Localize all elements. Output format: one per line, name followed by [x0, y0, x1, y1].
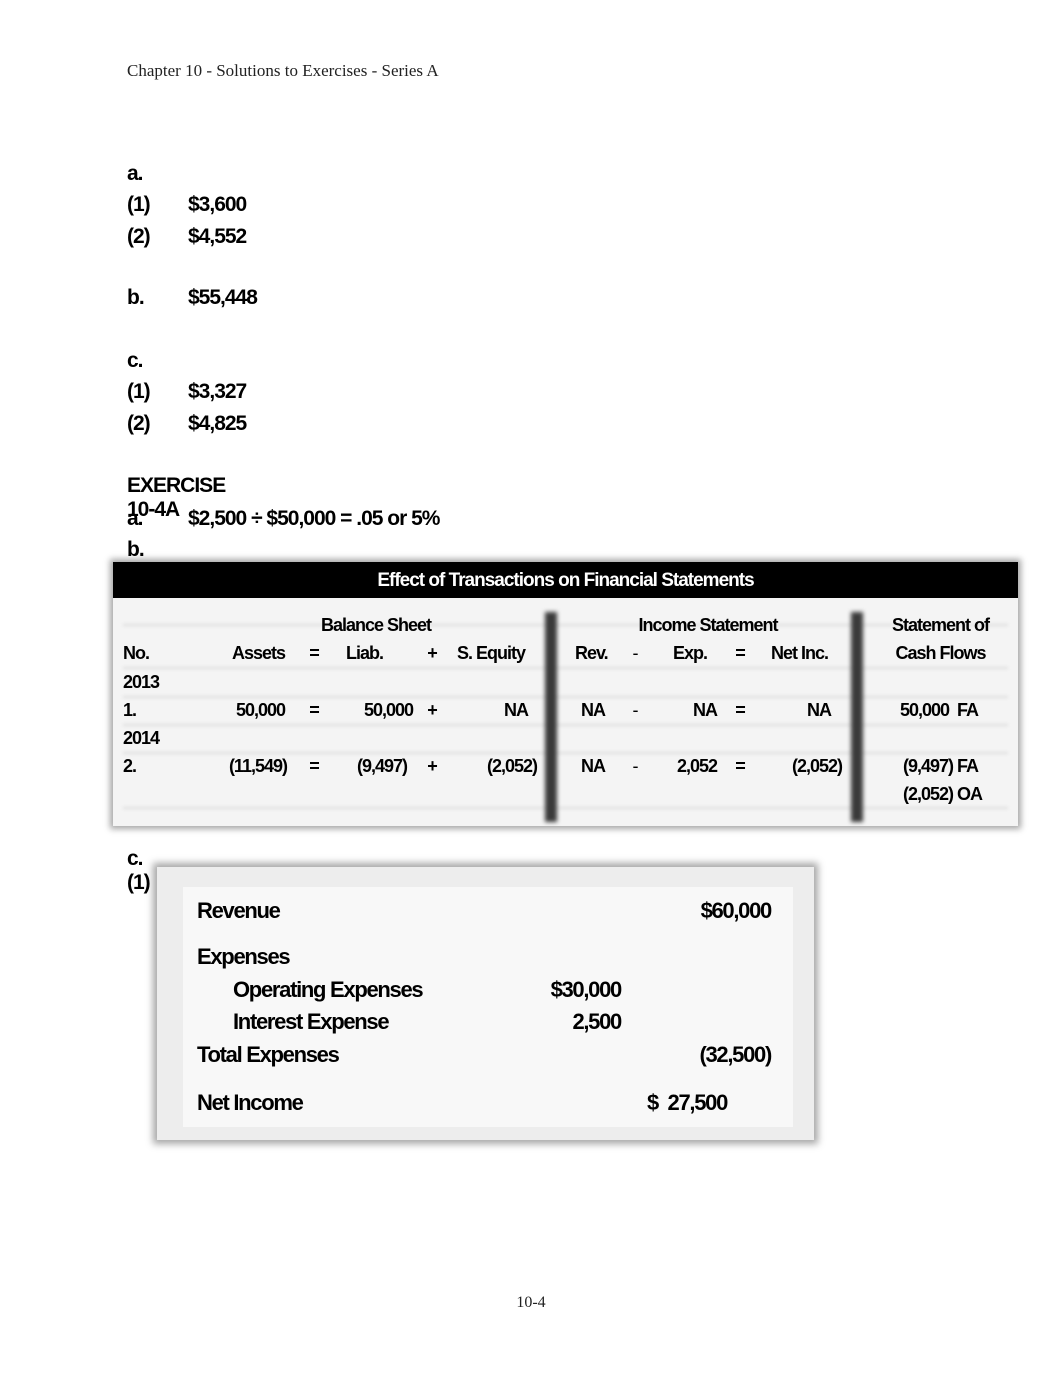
col-eq1: = [309, 643, 320, 663]
col-exp: Exp. [673, 643, 708, 663]
group-cash-flows-line2: Cash Flows [895, 643, 986, 663]
row-divider [123, 667, 1008, 669]
row-divider [123, 752, 1008, 754]
row-divider [123, 696, 1008, 698]
row-liab: (9,497) [356, 756, 408, 776]
net-income-amount: $ 27,500 [647, 1090, 728, 1115]
item-value: $3,600 [188, 193, 247, 216]
revenue-total: $60,000 [700, 898, 773, 923]
row-assets: (11,549) [228, 756, 288, 776]
net-income-label: Net Income [197, 1090, 304, 1115]
row-year: 2014 [123, 728, 160, 748]
row-no: 1. [123, 700, 137, 720]
item-number: (1) [127, 193, 151, 216]
answer-a-label: a. [127, 162, 143, 185]
col-liab: Liab. [346, 643, 384, 663]
row-eq2: = [735, 700, 746, 720]
answer-b-value: $55,448 [188, 286, 258, 309]
item-value: $4,825 [188, 412, 247, 435]
part-c-label: c. (1) [127, 847, 151, 894]
row-exp: NA [693, 700, 718, 720]
interest-expense-amount: 2,500 [572, 1009, 622, 1034]
income-statement: Revenue $60,000 Expenses Operating Expen… [157, 867, 814, 1140]
item-value: $3,327 [188, 380, 247, 403]
item-number: (2) [127, 412, 151, 435]
page-number: 10-4 [516, 1294, 546, 1311]
col-eq2: = [735, 643, 746, 663]
row-net: NA [807, 700, 832, 720]
answer-b-label: b. [127, 286, 145, 309]
row-rev: NA [581, 700, 606, 720]
row-no: 2. [123, 756, 137, 776]
revenue-label: Revenue [197, 898, 281, 923]
row-assets: 50,000 [235, 700, 286, 720]
col-equity: S. Equity [457, 643, 526, 663]
item-value: $4,552 [188, 225, 247, 248]
section-divider [851, 612, 863, 822]
effects-table-title: Effect of Transactions on Financial Stat… [113, 562, 1018, 598]
row-minus: - [632, 756, 639, 776]
row-equity: (2,052) [486, 756, 538, 776]
row-cash: 50,000 FA [900, 700, 979, 720]
row-rev: NA [581, 756, 606, 776]
row-year: 2013 [123, 672, 160, 692]
row-eq2: = [735, 756, 746, 776]
col-rev: Rev. [575, 643, 609, 663]
col-no: No. [123, 643, 150, 663]
row-cash: (9,497) FA [903, 756, 979, 776]
row-equity: NA [504, 700, 529, 720]
row-divider [123, 807, 1008, 809]
group-balance-sheet: Balance Sheet [320, 615, 432, 635]
col-plus: + [427, 643, 438, 663]
col-net: Net Inc. [771, 643, 829, 663]
interest-expense-label: Interest Expense [233, 1009, 390, 1034]
expenses-label: Expenses [197, 944, 291, 969]
row-cash: (2,052) OA [903, 784, 983, 804]
page-header: Chapter 10 - Solutions to Exercises - Se… [127, 61, 439, 80]
group-cash-flows-line1: Statement of [891, 615, 990, 635]
total-expenses-amount: (32,500) [699, 1042, 772, 1067]
part-a-value: $2,500 ÷ $50,000 = .05 or 5% [188, 507, 440, 530]
item-number: (2) [127, 225, 151, 248]
operating-expenses-label: Operating Expenses [233, 977, 424, 1002]
effects-table: Effect of Transactions on Financial Stat… [113, 562, 1018, 826]
col-minus: - [632, 643, 639, 663]
item-number: (1) [127, 380, 151, 403]
total-expenses-label: Total Expenses [197, 1042, 340, 1067]
row-minus: - [632, 700, 639, 720]
group-income-statement: Income Statement [638, 615, 778, 635]
col-assets: Assets [231, 643, 286, 663]
part-a-label: a. [127, 507, 143, 530]
part-b-label: b. [127, 538, 145, 561]
operating-expenses-amount: $30,000 [550, 977, 623, 1002]
row-net: (2,052) [791, 756, 843, 776]
answer-c-label: c. [127, 349, 143, 372]
row-liab: 50,000 [363, 700, 414, 720]
section-divider [545, 612, 557, 822]
row-divider [123, 724, 1008, 726]
row-exp: 2,052 [676, 756, 718, 776]
